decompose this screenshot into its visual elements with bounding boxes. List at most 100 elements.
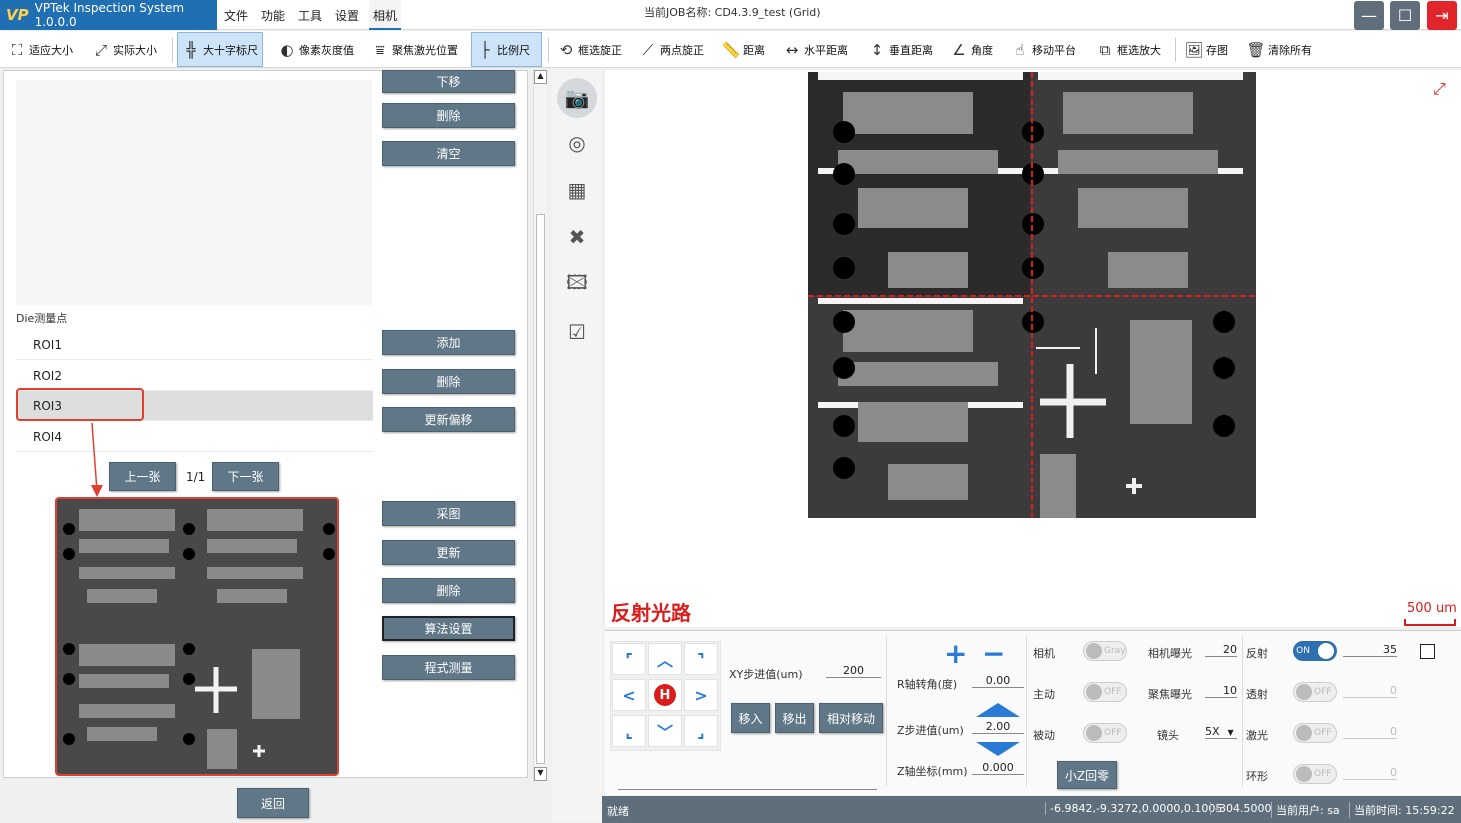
back-button[interactable]: 返回 <box>237 788 309 818</box>
ring-toggle[interactable]: OFF <box>1293 764 1337 784</box>
move-up-right-button[interactable]: ⌝ <box>684 643 718 675</box>
toolbar-separator <box>548 38 549 62</box>
z-step-input[interactable]: 2.00 <box>972 720 1024 734</box>
z-coord-label: Z轴坐标(mm) <box>897 765 968 778</box>
rotate-minus-button[interactable]: − <box>982 640 1005 668</box>
distance-button[interactable]: 📏 距离 <box>718 36 769 64</box>
relative-move-button[interactable]: 相对移动 <box>819 703 883 733</box>
move-in-button[interactable]: 移入 <box>731 703 770 733</box>
actual-size-button[interactable]: ⤢ 实际大小 <box>88 36 161 64</box>
move-up-left-button[interactable]: ⌜ <box>612 643 646 675</box>
reflect-input[interactable]: 35 <box>1343 643 1397 657</box>
laser-focus-button[interactable]: ⩸ 聚焦激光位置 <box>367 36 462 64</box>
save-image-button[interactable]: 🖼 存图 <box>1181 36 1232 64</box>
fit-icon: ⛶ <box>11 41 23 59</box>
clear-all-button[interactable]: 🗑 清除所有 <box>1243 36 1316 64</box>
r-angle-input[interactable]: 0.00 <box>972 674 1024 688</box>
delete-image-button[interactable]: 删除 <box>382 578 515 603</box>
rotate-plus-button[interactable]: + <box>944 640 967 668</box>
laser-toggle[interactable]: OFF <box>1293 723 1337 743</box>
scroll-down-icon[interactable]: ▼ <box>534 767 547 781</box>
list-item[interactable]: ROI2 <box>16 361 373 391</box>
live-camera-image[interactable] <box>808 72 1256 518</box>
minimize-icon: — <box>1361 6 1377 25</box>
menu-file[interactable]: 文件 <box>224 7 248 24</box>
scroll-thumb[interactable] <box>536 214 545 764</box>
focus-exposure-input[interactable]: 10 <box>1205 684 1237 698</box>
scale-bar-button[interactable]: ├ 比例尺 <box>471 32 542 67</box>
horizontal-distance-button[interactable]: ↔ 水平距离 <box>779 36 852 64</box>
active-toggle[interactable]: OFF <box>1083 682 1127 702</box>
crosshair-button[interactable]: ╬ 大十字标尺 <box>177 32 263 67</box>
image-frame-icon[interactable]: 🖾 <box>560 268 594 302</box>
toolbar-label: 实际大小 <box>113 44 157 57</box>
menu-settings[interactable]: 设置 <box>335 7 359 24</box>
move-down-button[interactable]: ﹀ <box>648 715 682 747</box>
menu-function[interactable]: 功能 <box>261 7 285 24</box>
move-down-button[interactable]: 下移 <box>382 70 515 93</box>
list-item[interactable]: ROI4 <box>16 422 373 452</box>
delete-roi-button[interactable]: 删除 <box>382 369 515 394</box>
status-coordinates: -6.9842,-9.3272,0.0000,0.1005 <box>1045 802 1222 815</box>
app-logo: VP VPTek Inspection System 1.0.0.0 <box>0 0 217 30</box>
checklist-icon[interactable]: ☑ <box>560 315 594 349</box>
z-down-icon[interactable] <box>976 742 1020 756</box>
two-point-rotate-button[interactable]: ⟋ 两点旋正 <box>635 36 708 64</box>
add-roi-button[interactable]: 添加 <box>382 330 515 355</box>
vertical-distance-button[interactable]: ↕ 垂直距离 <box>864 36 937 64</box>
move-down-right-button[interactable]: ⌟ <box>684 715 718 747</box>
box-zoom-button[interactable]: ⧉ 框选放大 <box>1092 36 1165 64</box>
tools-icon[interactable]: ✖ <box>560 220 594 254</box>
scroll-up-icon[interactable]: ▲ <box>534 70 547 84</box>
expand-icon[interactable]: ⤢ <box>1433 79 1446 99</box>
toolbar-separator <box>172 38 173 62</box>
delete-top-button[interactable]: 删除 <box>382 103 515 128</box>
move-up-button[interactable]: ︿ <box>648 643 682 675</box>
fit-size-button[interactable]: ⛶ 适应大小 <box>4 36 77 64</box>
passive-toggle[interactable]: OFF <box>1083 723 1127 743</box>
z-home-button[interactable]: 小Z回零 <box>1057 761 1117 789</box>
grid-focus-icon[interactable]: ◎ <box>560 126 594 160</box>
camera-exposure-input[interactable]: 20 <box>1205 643 1237 657</box>
capture-button[interactable]: 采图 <box>382 501 515 526</box>
move-left-button[interactable]: < <box>612 679 646 711</box>
toolbar-label: 大十字标尺 <box>203 43 258 57</box>
measurement-list[interactable] <box>16 80 372 305</box>
move-stage-button[interactable]: ☝ 移动平台 <box>1007 36 1080 64</box>
toggle-text: OFF <box>1314 687 1332 697</box>
reflect-checkbox[interactable] <box>1420 644 1435 659</box>
next-image-button[interactable]: 下一张 <box>212 462 279 491</box>
algorithm-settings-button[interactable]: 算法设置 <box>382 616 515 641</box>
left-scrollbar[interactable]: ▲ ▼ <box>533 70 547 782</box>
angle-button[interactable]: ∠ 角度 <box>946 36 997 64</box>
transmit-toggle[interactable]: OFF <box>1293 682 1337 702</box>
move-out-button[interactable]: 移出 <box>775 703 814 733</box>
program-measure-button[interactable]: 程式测量 <box>382 655 515 680</box>
home-button[interactable]: H <box>648 679 682 711</box>
update-button[interactable]: 更新 <box>382 540 515 565</box>
move-right-button[interactable]: > <box>684 679 718 711</box>
list-item[interactable]: ROI1 <box>16 330 373 360</box>
clear-button[interactable]: 清空 <box>382 141 515 166</box>
mesh-icon[interactable]: ▦ <box>560 173 594 207</box>
gray-value-button[interactable]: ◐ 像素灰度值 <box>274 36 358 64</box>
xy-step-input[interactable]: 200 <box>826 664 881 678</box>
maximize-button[interactable]: ☐ <box>1390 1 1420 30</box>
transmit-input[interactable]: 0 <box>1343 684 1397 698</box>
menu-tools[interactable]: 工具 <box>298 7 322 24</box>
camera-icon[interactable]: 📷 <box>557 78 597 118</box>
reflect-toggle[interactable]: ON <box>1293 641 1337 661</box>
exit-button[interactable]: ⇥ <box>1427 1 1457 30</box>
lens-select[interactable]: 5X ▼ <box>1205 725 1237 739</box>
camera-gray-toggle[interactable]: Gray <box>1083 641 1127 661</box>
ruler-icon: 📏 <box>721 41 741 59</box>
box-rotate-button[interactable]: ⟲ 框选旋正 <box>553 36 626 64</box>
update-offset-button[interactable]: 更新偏移 <box>382 407 515 432</box>
ring-input[interactable]: 0 <box>1343 766 1397 780</box>
z-up-icon[interactable] <box>976 703 1020 717</box>
prev-image-button[interactable]: 上一张 <box>109 462 176 491</box>
menu-camera[interactable]: 相机 <box>369 0 402 30</box>
laser-input[interactable]: 0 <box>1343 725 1397 739</box>
move-down-left-button[interactable]: ⌞ <box>612 715 646 747</box>
minimize-button[interactable]: — <box>1354 1 1384 30</box>
